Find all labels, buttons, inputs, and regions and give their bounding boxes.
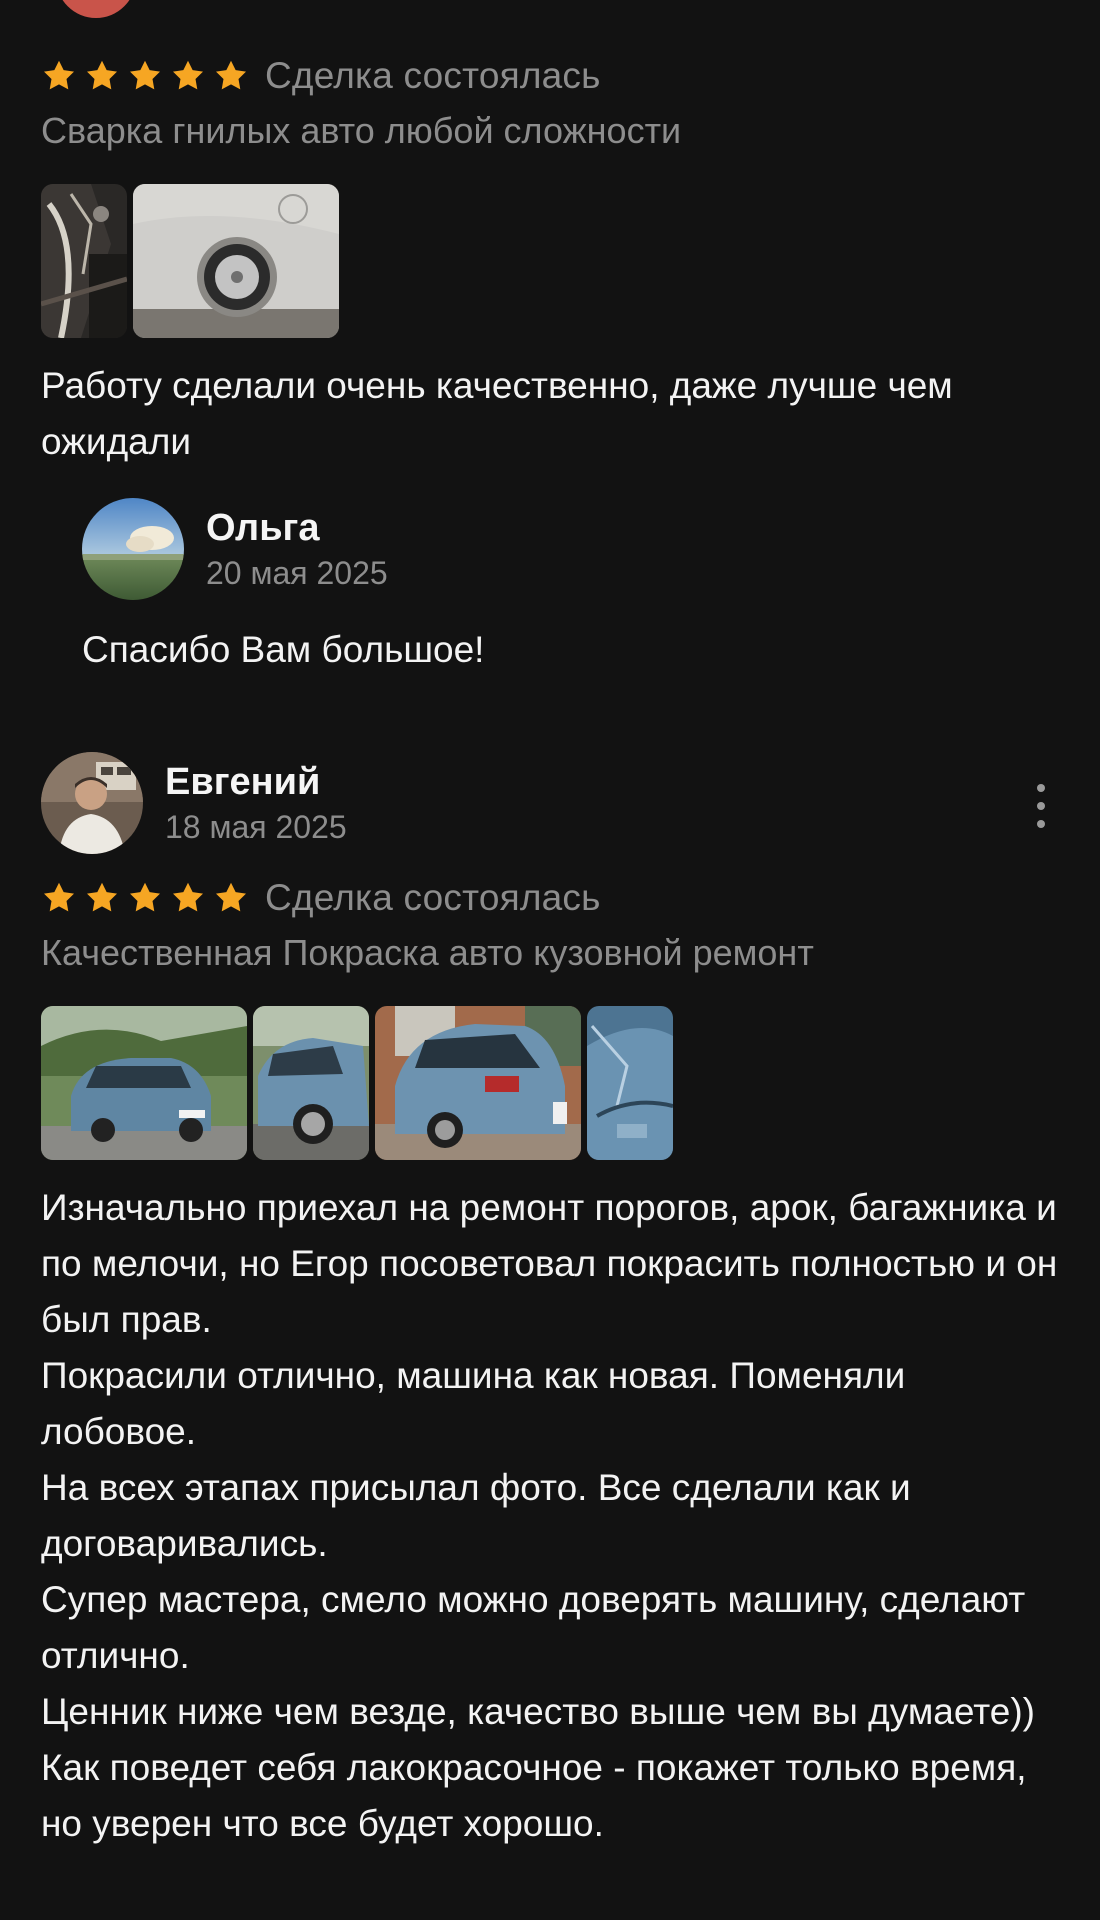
star-icon	[44, 60, 74, 90]
deal-status: Сделка состоялась	[265, 55, 601, 96]
more-dot	[1037, 820, 1045, 828]
reviewer-name: Евгений	[165, 761, 321, 803]
review-text: Работу сделали очень качественно, даже л…	[41, 365, 953, 462]
silver-car-photo[interactable]	[133, 184, 339, 338]
star-icon	[130, 882, 160, 912]
avatar[interactable]	[82, 498, 184, 600]
blue-car-rear-photo[interactable]	[375, 1006, 581, 1160]
review-date: 18 мая 2025	[165, 809, 347, 845]
seller-reply: Ольга 20 мая 2025 Спасибо Вам большое!	[82, 498, 1059, 674]
star-icon	[216, 60, 246, 90]
reply-text: Спасибо Вам большое!	[82, 629, 485, 670]
star-rating	[41, 880, 249, 916]
previous-reviewer-avatar	[56, 0, 136, 18]
review-author-row: Евгений 18 мая 2025	[41, 752, 1059, 854]
star-icon	[173, 60, 203, 90]
blue-car-front-photo[interactable]	[41, 1006, 247, 1160]
star-icon	[87, 60, 117, 90]
rating-row: Сделка состоялась	[41, 876, 1059, 920]
review-photos	[41, 1006, 1059, 1160]
avatar[interactable]	[41, 752, 143, 854]
star-icon	[216, 882, 246, 912]
reply-author-name: Ольга	[206, 507, 320, 549]
reply-author-row: Ольга 20 мая 2025	[82, 498, 1059, 600]
review-card: Сделка состоялась Сварка гнилых авто люб…	[41, 54, 1059, 470]
rating-row: Сделка состоялась	[41, 54, 1059, 98]
blue-car-hood-photo[interactable]	[587, 1006, 673, 1160]
blue-car-side-photo[interactable]	[253, 1006, 369, 1160]
deal-status: Сделка состоялась	[265, 877, 601, 918]
star-rating	[41, 58, 249, 94]
review-card: Евгений 18 мая 2025 Сделка состоялась Ка…	[41, 752, 1059, 1852]
review-text: Изначально приехал на ремонт порогов, ар…	[41, 1187, 1058, 1844]
service-title: Качественная Покраска авто кузовной ремо…	[41, 932, 814, 973]
star-icon	[173, 882, 203, 912]
more-dot	[1037, 802, 1045, 810]
star-icon	[130, 60, 160, 90]
star-icon	[44, 882, 74, 912]
more-dot	[1037, 784, 1045, 792]
reply-date: 20 мая 2025	[206, 555, 388, 591]
star-icon	[87, 882, 117, 912]
welding-photo[interactable]	[41, 184, 127, 338]
service-title: Сварка гнилых авто любой сложности	[41, 110, 682, 151]
more-vertical-icon[interactable]	[1023, 782, 1059, 830]
review-photos	[41, 184, 1059, 338]
